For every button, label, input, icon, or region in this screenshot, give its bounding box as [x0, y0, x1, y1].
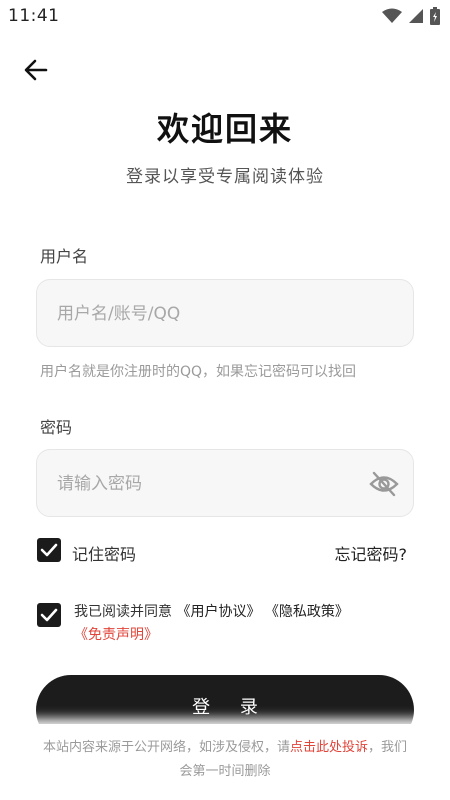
privacy-policy-link[interactable]: 《隐私政策》	[260, 604, 349, 620]
status-bar: 11:41	[0, 0, 450, 32]
footer-notice: 本站内容来源于公开网络，如涉及侵权，请点击此处投诉，我们会第一时间删除	[0, 724, 450, 800]
remember-password-checkbox[interactable]	[37, 538, 61, 562]
forgot-password-link[interactable]: 忘记密码?	[335, 541, 408, 565]
page-subtitle: 登录以享受专属阅读体验	[126, 167, 324, 187]
battery-icon	[430, 7, 440, 25]
signal-icon	[409, 9, 423, 23]
remember-password-label[interactable]: 记住密码	[72, 541, 136, 565]
username-input[interactable]	[55, 280, 359, 348]
page-title: 欢迎回来	[156, 110, 293, 148]
password-visibility-toggle[interactable]	[369, 470, 399, 498]
status-icons	[382, 7, 440, 25]
back-button[interactable]	[18, 54, 54, 86]
username-hint: 用户名就是你注册时的QQ，如果忘记密码可以找回	[40, 364, 357, 380]
eye-off-icon	[369, 471, 399, 497]
footer-text-before: 本站内容来源于公开网络，如涉及侵权，请	[42, 740, 290, 755]
password-input[interactable]	[55, 450, 359, 518]
disclaimer-link[interactable]: 《免责声明》	[74, 627, 158, 643]
complaint-link[interactable]: 点击此处投诉	[290, 740, 368, 755]
wifi-icon	[382, 8, 402, 23]
username-label: 用户名	[40, 247, 89, 266]
password-field[interactable]	[36, 449, 414, 518]
footer-text: 本站内容来源于公开网络，如涉及侵权，请点击此处投诉，我们会第一时间删除	[38, 736, 412, 784]
checkmark-icon	[40, 608, 58, 622]
agreement-checkbox[interactable]	[37, 603, 61, 627]
agreement-text: 我已阅读并同意 《用户协议》 《隐私政策》《免责声明》	[74, 601, 404, 647]
status-time: 11:41	[8, 6, 60, 26]
arrow-left-icon	[24, 59, 48, 81]
user-agreement-link[interactable]: 《用户协议》	[176, 604, 260, 620]
password-label: 密码	[40, 418, 73, 437]
checkmark-icon	[40, 543, 58, 557]
agreement-prefix: 我已阅读并同意	[74, 604, 177, 620]
username-field[interactable]	[36, 279, 414, 348]
